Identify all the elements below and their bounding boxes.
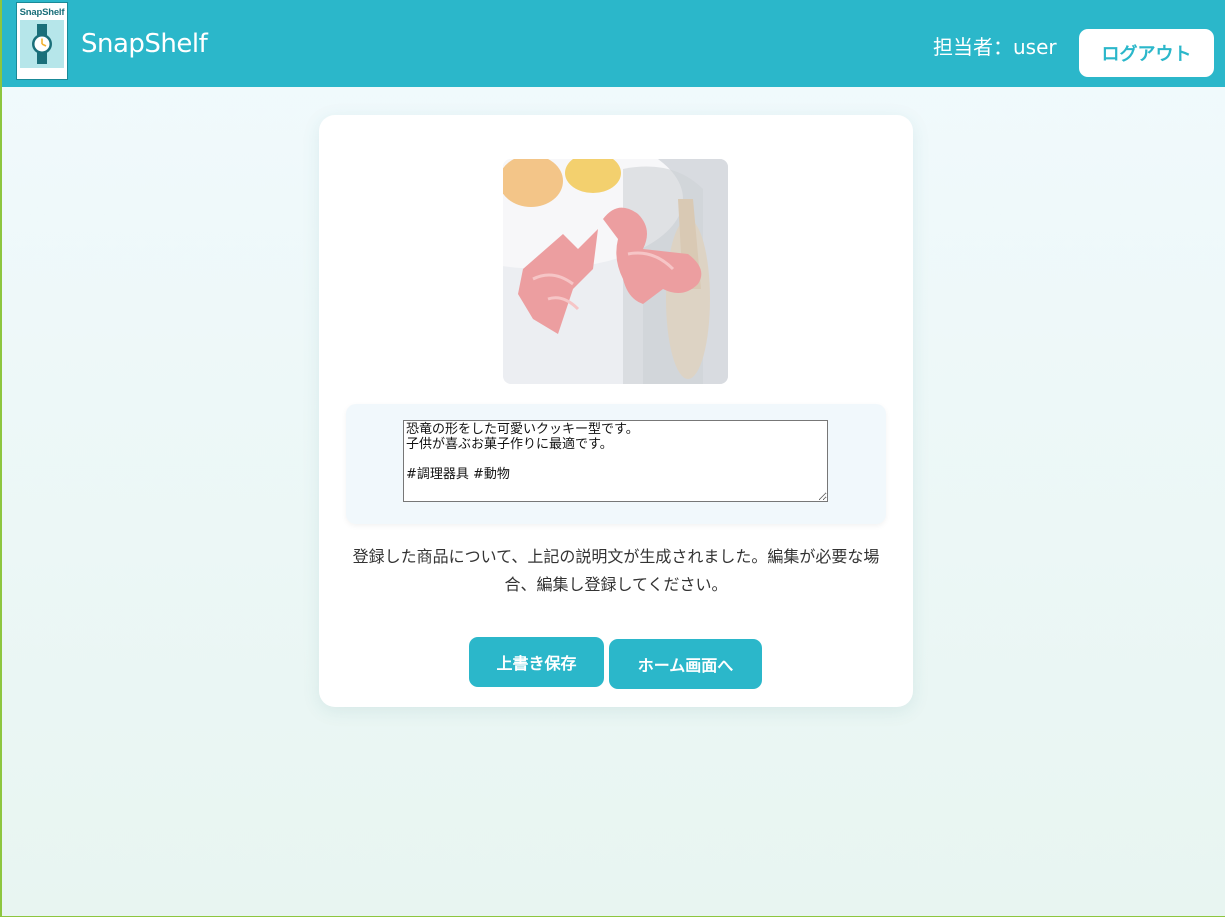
save-button[interactable]: 上書き保存	[469, 637, 604, 687]
app-title: SnapShelf	[81, 29, 208, 59]
user-label: 担当者：user	[933, 35, 1057, 59]
result-card: 登録した商品について、上記の説明文が生成されました。編集が必要な場合、編集し登録…	[319, 115, 913, 707]
product-image	[503, 159, 728, 384]
logo-text: SnapShelf	[19, 7, 65, 18]
app-header: SnapShelf SnapShelf 担当者：user ログアウト	[2, 0, 1225, 87]
description-textarea[interactable]	[403, 420, 828, 502]
description-panel	[346, 404, 886, 524]
home-button[interactable]: ホーム画面へ	[609, 639, 762, 689]
app-logo: SnapShelf	[16, 2, 68, 80]
watch-icon	[20, 20, 64, 68]
logout-button[interactable]: ログアウト	[1079, 29, 1214, 77]
notice-text: 登録した商品について、上記の説明文が生成されました。編集が必要な場合、編集し登録…	[352, 547, 880, 594]
